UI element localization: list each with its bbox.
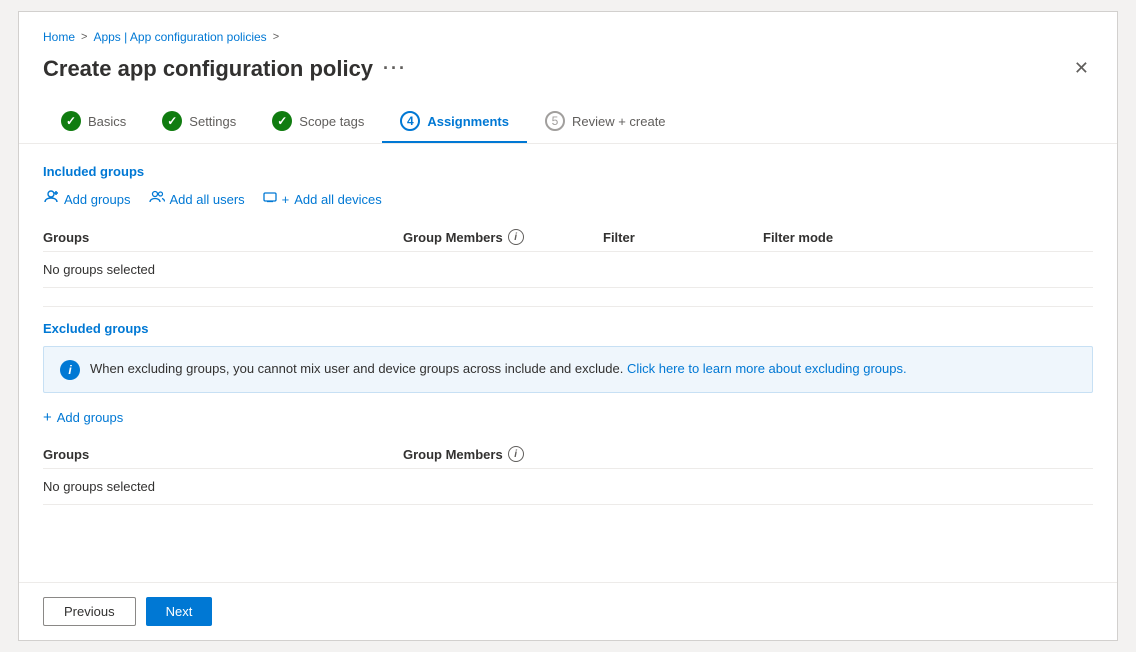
excluded-empty-row: No groups selected bbox=[43, 469, 1093, 505]
info-box-text: When excluding groups, you cannot mix us… bbox=[90, 359, 907, 379]
page-title: Create app configuration policy ··· bbox=[43, 56, 407, 82]
wizard-tabs: ✓ Basics ✓ Settings ✓ Scope tags 4 Assig… bbox=[19, 101, 1117, 144]
info-box-link[interactable]: Click here to learn more about excluding… bbox=[627, 361, 907, 376]
reviewcreate-step-num: 5 bbox=[545, 111, 565, 131]
title-row: Create app configuration policy ··· ✕ bbox=[43, 54, 1093, 83]
add-all-devices-link[interactable]: + Add all devices bbox=[263, 190, 382, 208]
included-empty-message: No groups selected bbox=[43, 262, 403, 277]
th-group-members-included: Group Members i bbox=[403, 229, 603, 245]
more-options-icon[interactable]: ··· bbox=[383, 58, 407, 79]
included-groups-table: Groups Group Members i Filter Filter mod… bbox=[43, 223, 1093, 288]
basics-check-icon: ✓ bbox=[61, 111, 81, 131]
excluded-groups-info-box: i When excluding groups, you cannot mix … bbox=[43, 346, 1093, 393]
breadcrumb-sep1: > bbox=[81, 31, 87, 43]
excluded-groups-table: Groups Group Members i No groups selecte… bbox=[43, 440, 1093, 505]
close-button[interactable]: ✕ bbox=[1070, 54, 1093, 83]
info-box-icon: i bbox=[60, 360, 80, 380]
included-empty-row: No groups selected bbox=[43, 252, 1093, 288]
breadcrumb-apps[interactable]: Apps | App configuration policies bbox=[93, 30, 266, 44]
th-group-members-excluded: Group Members i bbox=[403, 446, 703, 462]
tab-settings[interactable]: ✓ Settings bbox=[144, 101, 254, 143]
breadcrumb-sep2: > bbox=[273, 31, 279, 43]
assignments-step-num: 4 bbox=[400, 111, 420, 131]
breadcrumb: Home > Apps | App configuration policies… bbox=[43, 30, 1093, 44]
scopetags-check-icon: ✓ bbox=[272, 111, 292, 131]
excluded-groups-title: Excluded groups bbox=[43, 321, 1093, 336]
add-groups-link-excluded[interactable]: + Add groups bbox=[43, 409, 123, 426]
tab-review-create[interactable]: 5 Review + create bbox=[527, 101, 684, 143]
section-separator bbox=[43, 306, 1093, 307]
add-groups-icon bbox=[43, 189, 59, 209]
included-groups-actions: Add groups Add all users bbox=[43, 189, 1093, 209]
included-groups-title: Included groups bbox=[43, 164, 1093, 179]
add-groups-excluded-plus: + bbox=[43, 409, 52, 426]
th-groups-included: Groups bbox=[43, 229, 403, 245]
breadcrumb-home[interactable]: Home bbox=[43, 30, 75, 44]
main-panel: Home > Apps | App configuration policies… bbox=[18, 11, 1118, 641]
panel-footer: Previous Next bbox=[19, 582, 1117, 640]
previous-button[interactable]: Previous bbox=[43, 597, 136, 626]
excluded-table-header: Groups Group Members i bbox=[43, 440, 1093, 469]
next-button[interactable]: Next bbox=[146, 597, 213, 626]
group-members-info-icon-excluded[interactable]: i bbox=[508, 446, 524, 462]
tab-assignments[interactable]: 4 Assignments bbox=[382, 101, 527, 143]
panel-header: Home > Apps | App configuration policies… bbox=[19, 12, 1117, 101]
th-groups-excluded: Groups bbox=[43, 446, 403, 462]
group-members-info-icon-included[interactable]: i bbox=[508, 229, 524, 245]
excluded-groups-actions: + Add groups bbox=[43, 409, 1093, 426]
th-filter: Filter bbox=[603, 229, 763, 245]
included-table-header: Groups Group Members i Filter Filter mod… bbox=[43, 223, 1093, 252]
tab-scope-tags[interactable]: ✓ Scope tags bbox=[254, 101, 382, 143]
add-groups-link-included[interactable]: Add groups bbox=[43, 189, 131, 209]
panel-body: Included groups Add groups bbox=[19, 144, 1117, 582]
excluded-empty-message: No groups selected bbox=[43, 479, 403, 494]
add-all-users-link[interactable]: Add all users bbox=[149, 189, 245, 209]
tab-basics[interactable]: ✓ Basics bbox=[43, 101, 144, 143]
add-all-devices-icon bbox=[263, 190, 277, 208]
add-all-users-icon bbox=[149, 189, 165, 209]
settings-check-icon: ✓ bbox=[162, 111, 182, 131]
th-filter-mode: Filter mode bbox=[763, 229, 923, 245]
